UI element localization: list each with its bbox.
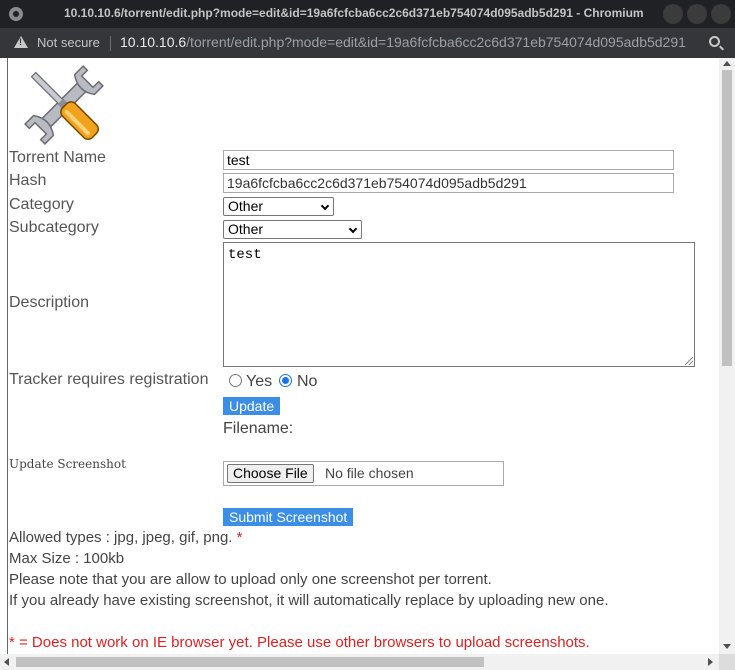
subcategory-label: Subcategory (9, 219, 99, 236)
torrent-name-input[interactable]: test (223, 150, 674, 170)
scroll-right-icon[interactable] (708, 658, 713, 666)
ie-warning-note: * = Does not work on IE browser yet. Ple… (9, 634, 590, 651)
window-title: 10.10.10.6/torrent/edit.php?mode=edit&id… (64, 6, 644, 20)
filename-label: Filename: (223, 420, 294, 437)
tools-icon (24, 65, 104, 145)
resize-handle-icon[interactable] (685, 357, 693, 365)
one-screenshot-note: Please note that you are allow to upload… (9, 571, 492, 588)
horizontal-scroll-thumb[interactable] (16, 657, 484, 667)
tracker-yes-radio[interactable] (229, 374, 242, 387)
description-textarea[interactable]: test (223, 242, 695, 367)
tracker-yes-label[interactable]: Yes (246, 373, 272, 391)
hash-input[interactable]: 19a6fcfcba6cc2c6d371eb754074d095adb5d291 (223, 173, 674, 193)
tracker-no-label[interactable]: No (297, 373, 317, 391)
torrent-name-label: Torrent Name (9, 149, 106, 166)
page-viewport: Torrent Name test Hash 19a6fcfcba6cc2c6d… (0, 58, 735, 670)
category-label: Category (9, 196, 74, 213)
maximize-button[interactable] (687, 4, 707, 24)
address-bar: Not secure 10.10.10.6/torrent/edit.php?m… (0, 28, 735, 58)
scrollbar-corner (719, 654, 735, 670)
scroll-down-icon[interactable] (723, 644, 731, 649)
url-field[interactable]: 10.10.10.6/torrent/edit.php?mode=edit&id… (120, 34, 686, 50)
zoom-icon[interactable] (709, 36, 720, 47)
address-separator (110, 36, 111, 51)
warning-icon[interactable] (14, 36, 28, 48)
subcategory-select[interactable]: Other (223, 220, 362, 239)
vertical-scrollbar[interactable] (719, 58, 735, 654)
replace-screenshot-note: If you already have existing screenshot,… (9, 592, 609, 609)
tracker-label: Tracker requires registration (9, 371, 209, 388)
vertical-scroll-thumb[interactable] (722, 70, 732, 366)
security-label[interactable]: Not secure (37, 35, 100, 50)
page-left-border (7, 58, 8, 654)
window-titlebar: 10.10.10.6/torrent/edit.php?mode=edit&id… (0, 0, 735, 28)
chevron-down-icon (348, 224, 358, 234)
description-label: Description (9, 294, 90, 311)
description-text: test (228, 247, 262, 263)
chevron-down-icon (320, 201, 330, 211)
minimize-button[interactable] (663, 4, 683, 24)
url-path: /torrent/edit.php?mode=edit&id=19a6fcfcb… (186, 34, 686, 50)
update-screenshot-label: Update Screenshot (9, 457, 126, 471)
category-select[interactable]: Other (223, 197, 334, 216)
allowed-types-text: Allowed types : jpg, jpeg, gif, png. * (9, 529, 243, 546)
scroll-up-icon[interactable] (723, 61, 731, 66)
submit-screenshot-button[interactable]: Submit Screenshot (223, 508, 354, 526)
close-button[interactable] (711, 4, 731, 24)
horizontal-scrollbar[interactable] (0, 654, 719, 670)
url-host: 10.10.10.6 (120, 34, 187, 50)
chromium-icon (9, 7, 23, 21)
update-button[interactable]: Update (223, 397, 281, 415)
choose-file-button[interactable]: Choose File (227, 464, 314, 483)
subcategory-selected: Other (228, 221, 264, 237)
edit-torrent-page: Torrent Name test Hash 19a6fcfcba6cc2c6d… (0, 58, 719, 654)
max-size-text: Max Size : 100kb (9, 550, 125, 567)
scroll-left-icon[interactable] (4, 658, 9, 666)
hash-label: Hash (9, 172, 47, 189)
allowed-types-label: Allowed types : jpg, jpeg, gif, png. (9, 529, 233, 546)
required-asterisk: * (236, 529, 243, 546)
file-status-text: No file chosen (325, 465, 414, 481)
screenshot-file-input[interactable]: Choose File No file chosen (223, 461, 504, 486)
category-selected: Other (228, 198, 264, 214)
tracker-no-radio[interactable] (279, 374, 292, 387)
